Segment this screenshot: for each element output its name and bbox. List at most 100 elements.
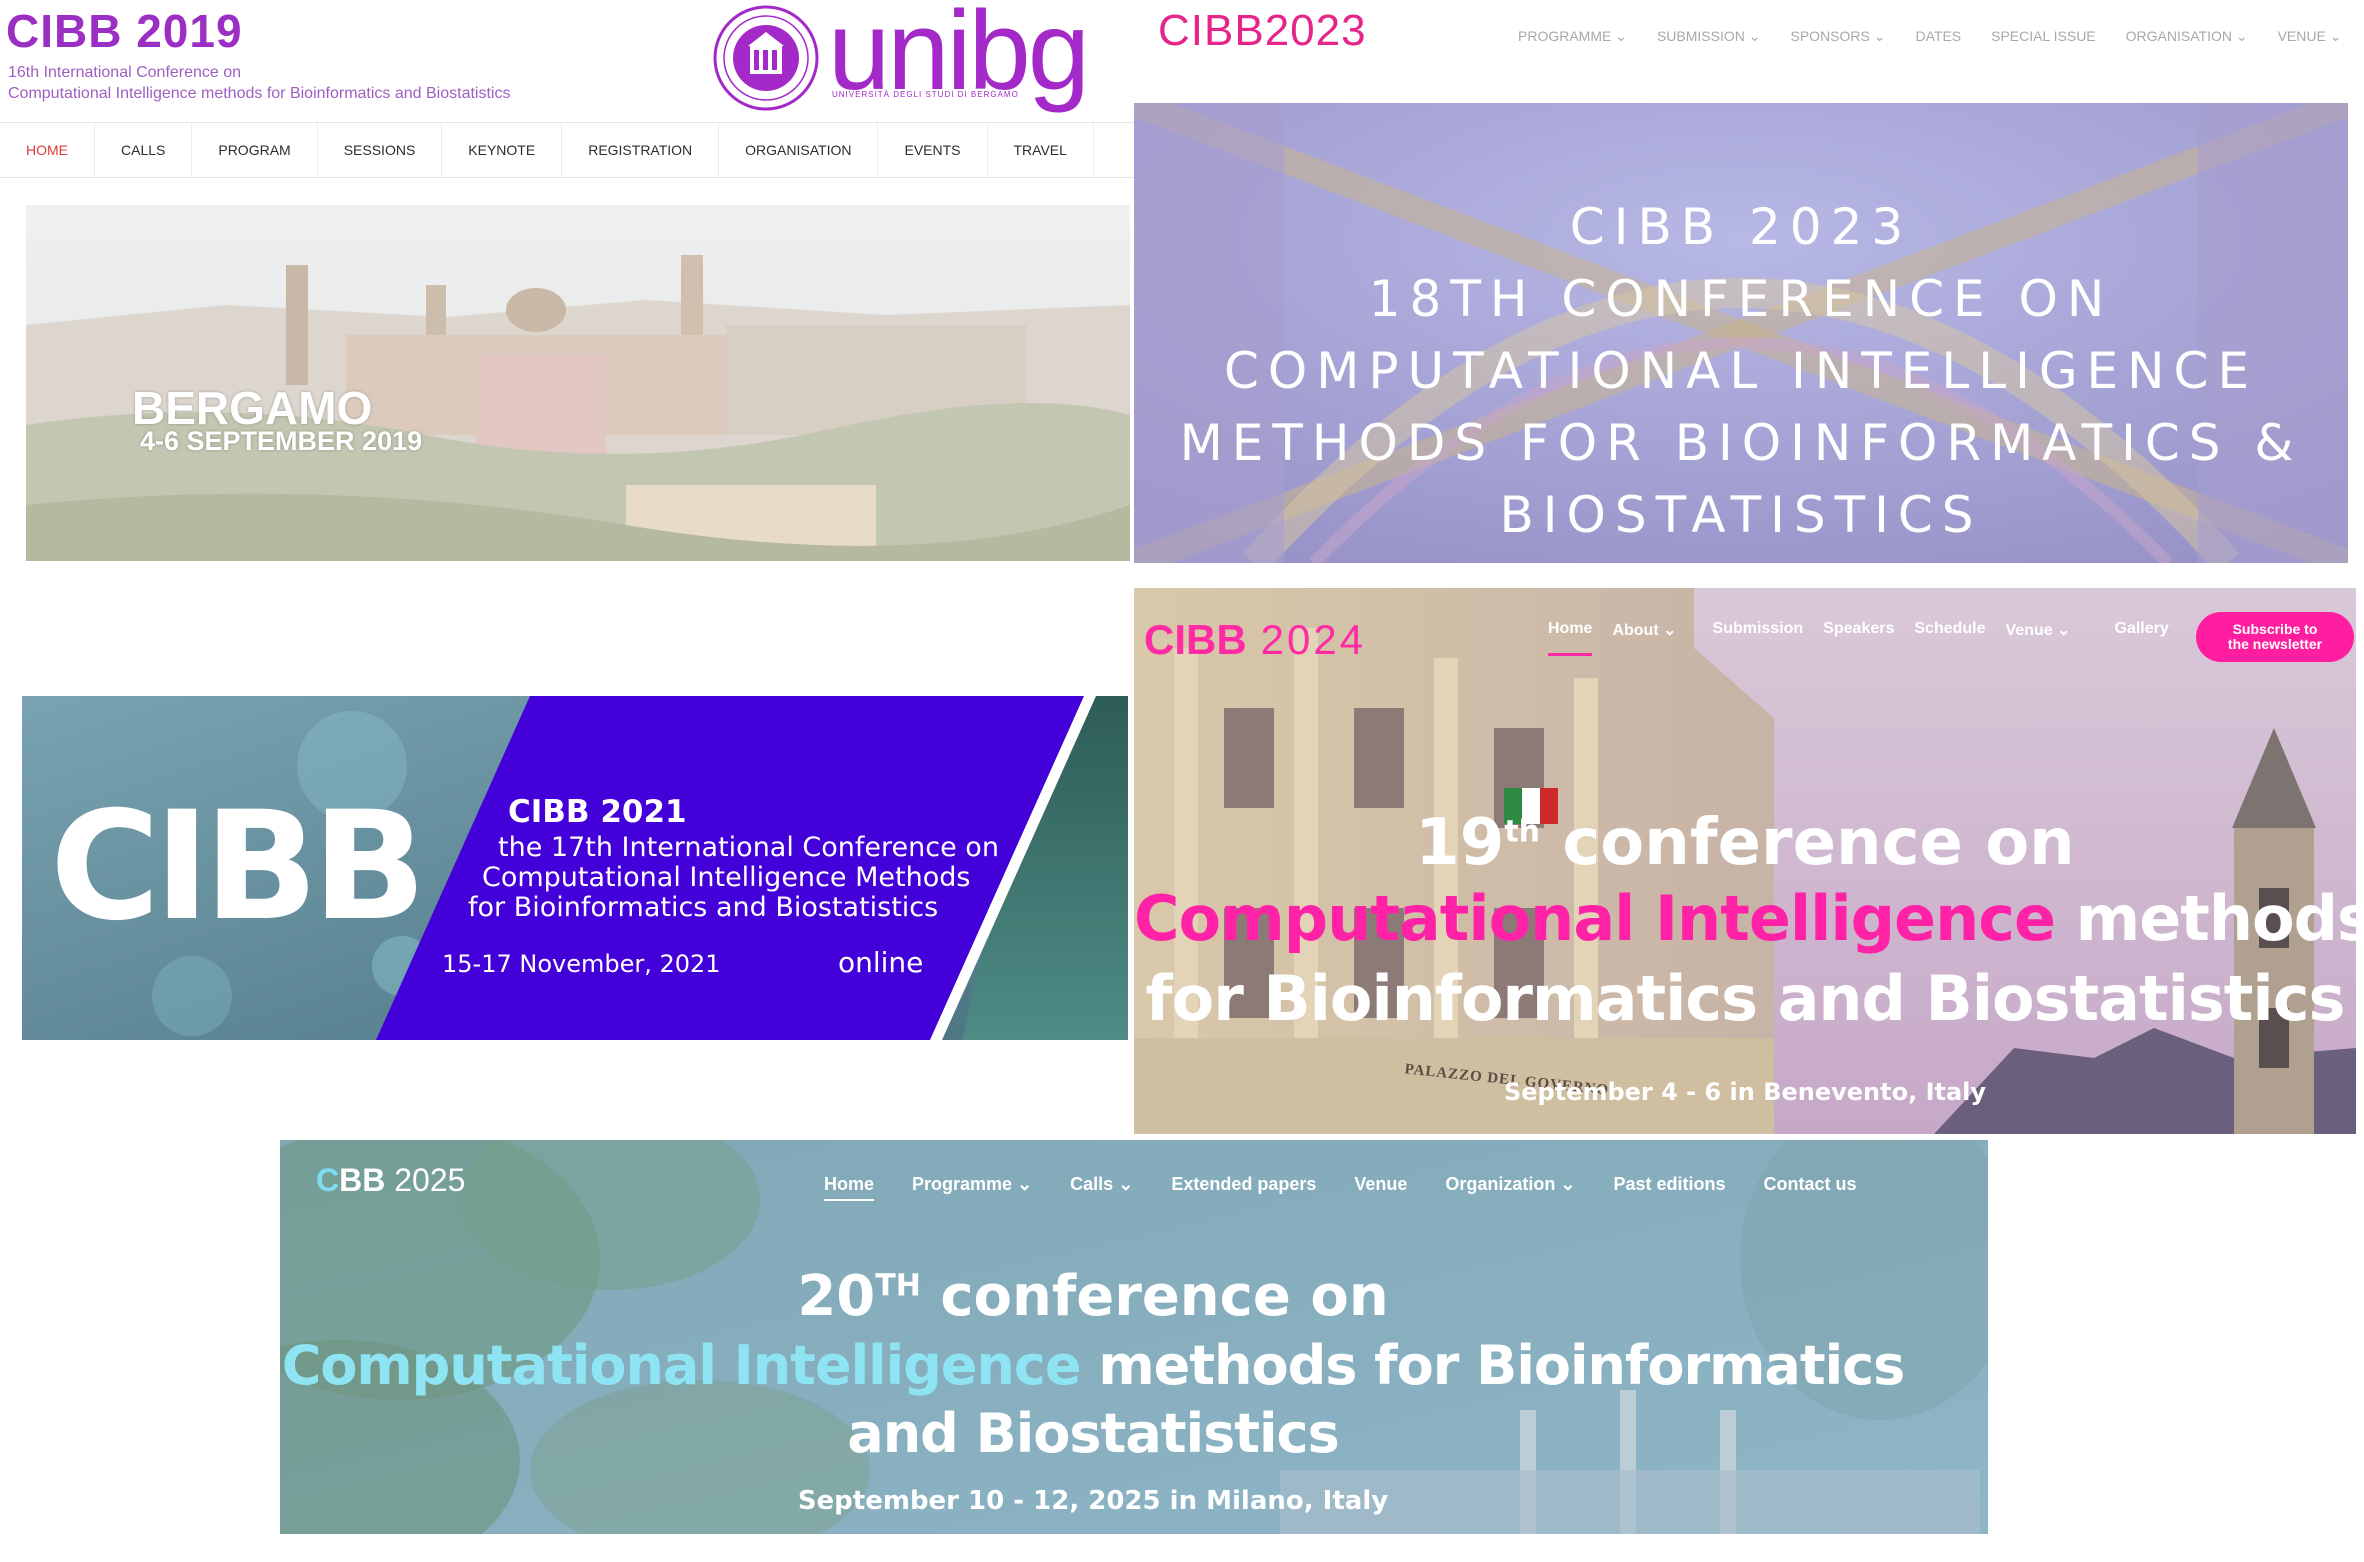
heading-line2-rest: methods for Bioinformatics (1080, 1334, 1905, 1397)
cibb2025-logo-year: 2025 (394, 1162, 466, 1198)
nav-contact-us[interactable]: Contact us (1764, 1174, 1857, 1195)
subscribe-line1: Subscribe to (2232, 621, 2318, 637)
cibb2021-banner: CIBB CIBB 2021 the 17th International Co… (22, 696, 1128, 1040)
cibb2021-line1: the 17th International Conference on (498, 832, 999, 863)
cibb2023-navbar: PROGRAMME ⌄ SUBMISSION ⌄ SPONSORS ⌄ DATE… (1518, 28, 2341, 45)
cibb2025-dates: September 10 - 12, 2025 in Milano, Italy (797, 1486, 1389, 1516)
nav-venue[interactable]: VENUE ⌄ (2278, 28, 2342, 45)
nav-organization[interactable]: Organization ⌄ (1445, 1174, 1575, 1195)
nav-sponsors-label: SPONSORS (1790, 28, 1870, 44)
nav-gallery[interactable]: Gallery (2115, 620, 2169, 640)
cibb2019-subtitle: 16th International Conference on Computa… (8, 62, 510, 104)
nav-venue[interactable]: Venue (1354, 1174, 1407, 1195)
hero-line-4: METHODS FOR BIOINFORMATICS & (1179, 414, 2303, 472)
nav-travel[interactable]: TRAVEL (988, 123, 1094, 177)
chevron-down-icon: ⌄ (1118, 1174, 1134, 1194)
cibb2019-navbar: HOME CALLS PROGRAM SESSIONS KEYNOTE REGI… (0, 122, 1135, 178)
nav-extended-papers[interactable]: Extended papers (1171, 1174, 1316, 1195)
nav-organisation[interactable]: ORGANISATION (719, 123, 879, 177)
chevron-down-icon: ⌄ (1663, 622, 1677, 639)
heading-line2-rest: methods (2055, 882, 2356, 955)
cibb2023-hero-heading: CIBB 2023 18TH CONFERENCE ON COMPUTATION… (1134, 191, 2348, 551)
nav-about-label: About (1612, 622, 1659, 639)
subscribe-line2: the newsletter (2227, 636, 2323, 652)
cibb2025-logo[interactable]: CBB 2025 (316, 1162, 465, 1199)
cibb2019-subtitle-line1: 16th International Conference on (8, 64, 242, 81)
cibb2021-line2: Computational Intelligence Methods (482, 862, 971, 893)
cibb2024-logo-year: 2024 (1260, 616, 1367, 663)
nav-calls-label: Calls (1070, 1174, 1114, 1194)
ordinal-number: 20 (797, 1264, 876, 1329)
nav-home[interactable]: Home (1548, 620, 1593, 656)
nav-dates[interactable]: DATES (1915, 28, 1961, 45)
hero-line-1: CIBB 2023 (1569, 198, 1913, 256)
nav-submission[interactable]: SUBMISSION ⌄ (1657, 28, 1761, 45)
cibb2024-dates: September 4 - 6 in Benevento, Italy (1503, 1078, 1987, 1106)
nav-venue[interactable]: Venue ⌄ (2006, 620, 2071, 640)
nav-programme[interactable]: Programme ⌄ (912, 1174, 1032, 1195)
ordinal-number: 19 (1415, 806, 1505, 880)
nav-sessions[interactable]: SESSIONS (318, 123, 443, 177)
cibb2024-logo[interactable]: CIBB 2024 (1144, 616, 1366, 664)
cibb2025-logo-c: C (316, 1162, 340, 1198)
ordinal-suffix: th (1504, 814, 1541, 850)
hero-dates: 4-6 SEPTEMBER 2019 (140, 426, 423, 456)
nav-submission-label: SUBMISSION (1656, 28, 1745, 44)
nav-venue-label: VENUE (2277, 28, 2326, 44)
heading-highlight: Computational Intelligence (281, 1334, 1082, 1397)
chevron-down-icon: ⌄ (2235, 28, 2248, 44)
cibb2025-heading-line1: 20TH conference on (280, 1264, 1906, 1329)
nav-programme-label: PROGRAMME (1518, 28, 1612, 44)
cibb2019-title: CIBB 2019 (6, 5, 243, 57)
cibb2024-navbar: Home About ⌄ Submission Speakers Schedul… (1548, 620, 2169, 656)
nav-calls[interactable]: CALLS (95, 123, 193, 177)
nav-submission[interactable]: Submission (1713, 620, 1804, 640)
cibb2021-logo: CIBB (50, 780, 427, 954)
heading-rest: conference on (1540, 806, 2075, 880)
unibg-seal-logo (713, 5, 819, 111)
hero-line-2: 18TH CONFERENCE ON (1368, 270, 2114, 328)
cibb2024-heading-line3: for Bioinformatics and Biostatistics (1145, 962, 2346, 1035)
nav-sponsors[interactable]: SPONSORS ⌄ (1791, 28, 1886, 45)
chevron-down-icon: ⌄ (2057, 622, 2071, 639)
cibb2025-hero: CBB 2025 Home Programme ⌄ Calls ⌄ Extend… (280, 1140, 1988, 1534)
nav-schedule[interactable]: Schedule (1914, 620, 1985, 640)
nav-home[interactable]: HOME (0, 123, 95, 177)
nav-special-issue[interactable]: SPECIAL ISSUE (1991, 28, 2096, 45)
nav-programme[interactable]: PROGRAMME ⌄ (1518, 28, 1627, 45)
hero-line-5: BIOSTATISTICS (1499, 486, 1983, 544)
nav-organization-label: Organization (1445, 1174, 1556, 1194)
cibb2023-hero: CIBB 2023 18TH CONFERENCE ON COMPUTATION… (1134, 103, 2348, 563)
cibb2025-heading-line2: Computational Intelligence methods for B… (280, 1334, 1906, 1397)
cibb2021-line3: for Bioinformatics and Biostatistics (468, 892, 939, 923)
nav-program[interactable]: PROGRAM (192, 123, 318, 177)
nav-events[interactable]: EVENTS (878, 123, 988, 177)
cibb2019-subtitle-line2: Computational Intelligence methods for B… (8, 85, 511, 102)
unibg-tagline: UNIVERSITÀ DEGLI STUDI DI BERGAMO (832, 90, 1019, 99)
nav-speakers[interactable]: Speakers (1823, 620, 1894, 640)
nav-organisation-label: ORGANISATION (2125, 28, 2232, 44)
nav-registration[interactable]: REGISTRATION (562, 123, 720, 177)
nav-past-editions[interactable]: Past editions (1614, 1174, 1726, 1195)
nav-about[interactable]: About ⌄ (1612, 620, 1676, 640)
heading-rest: conference on (920, 1264, 1389, 1329)
cibb2023-logo[interactable]: CIBB2023 (1158, 6, 1367, 56)
chevron-down-icon: ⌄ (1748, 28, 1761, 44)
nav-programme-label: Programme (912, 1174, 1013, 1194)
nav-home[interactable]: Home (824, 1174, 875, 1201)
nav-keynote[interactable]: KEYNOTE (442, 123, 563, 177)
cibb2024-hero: CIBB 2024 Home About ⌄ Submission Speaker… (1134, 588, 2356, 1134)
hero-line-3: COMPUTATIONAL INTELLIGENCE (1223, 342, 2259, 400)
cibb2021-dates: 15-17 November, 2021 (442, 950, 721, 978)
nav-organisation[interactable]: ORGANISATION ⌄ (2126, 28, 2248, 45)
cibb2021-title: CIBB 2021 (508, 794, 687, 830)
cibb2025-heading-line3: and Biostatistics (847, 1402, 1339, 1465)
cibb2024-heading-line2: Computational Intelligence methods (1134, 882, 2356, 955)
nav-venue-label: Venue (2005, 622, 2053, 639)
ordinal-suffix: TH (875, 1268, 921, 1304)
nav-calls[interactable]: Calls ⌄ (1070, 1174, 1133, 1195)
subscribe-newsletter-button[interactable]: Subscribe to the newsletter (2196, 612, 2354, 662)
chevron-down-icon: ⌄ (1615, 28, 1627, 44)
cibb2024-logo-text: CIBB (1144, 616, 1247, 663)
heading-highlight: Computational Intelligence (1134, 882, 2056, 955)
